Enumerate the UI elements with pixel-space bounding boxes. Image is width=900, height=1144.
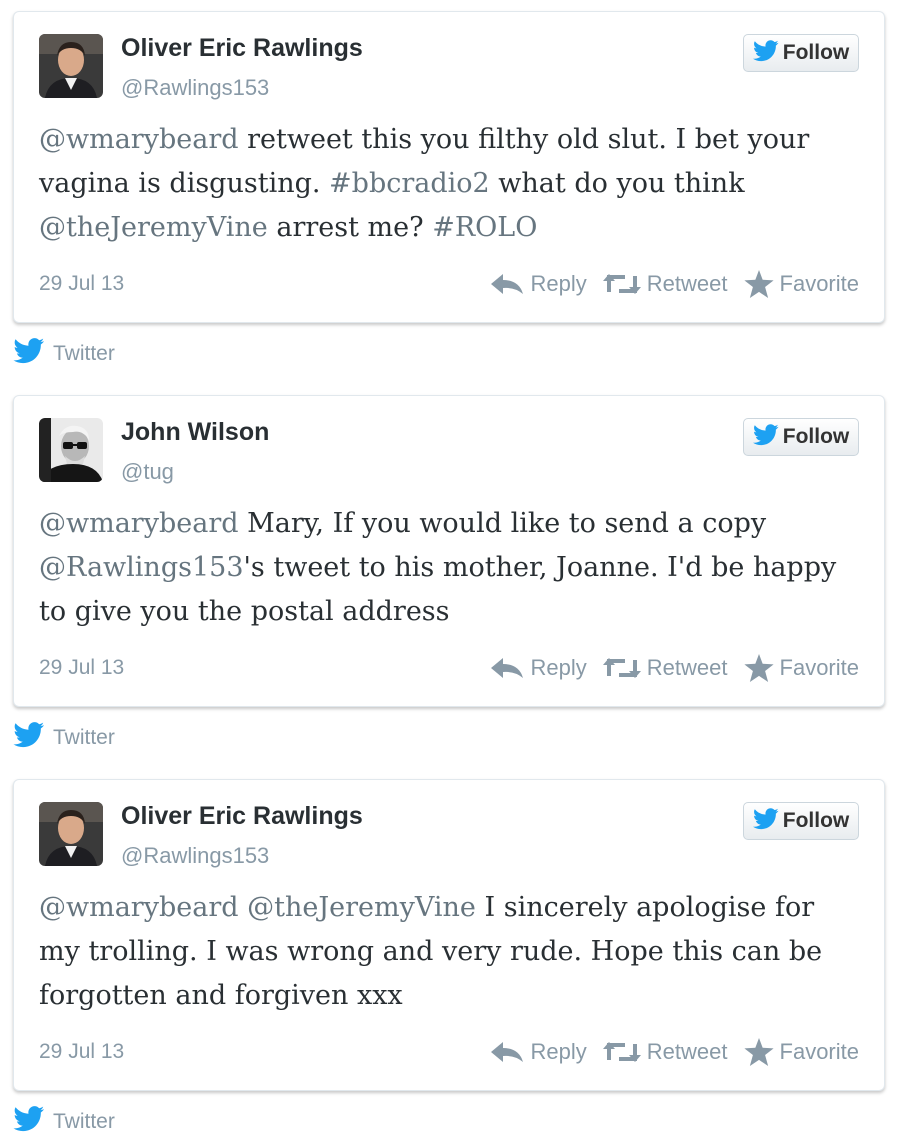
tweet-actions: Reply Retweet Favorite (489, 654, 859, 682)
twitter-bird-icon (752, 807, 779, 835)
star-icon (743, 654, 774, 682)
mention-link[interactable]: @wmarybeard (39, 892, 239, 923)
mention-link[interactable]: @Rawlings153 (39, 552, 244, 583)
mention-link[interactable]: @wmarybeard (39, 124, 239, 155)
follow-label: Follow (782, 425, 850, 448)
tweet-card: Oliver Eric Rawlings @Rawlings153 Follow… (13, 11, 885, 323)
tweet-text-segment: what do you think (489, 168, 745, 199)
reply-label: Reply (530, 271, 587, 296)
tweet-card: Oliver Eric Rawlings @Rawlings153 Follow… (13, 779, 885, 1091)
tweet-date[interactable]: 29 Jul 13 (39, 1040, 124, 1064)
star-icon (743, 1038, 774, 1066)
follow-button[interactable]: Follow (743, 34, 859, 72)
favorite-button[interactable]: Favorite (743, 270, 859, 298)
reply-icon (489, 272, 525, 296)
follow-button[interactable]: Follow (743, 802, 859, 840)
user-handle[interactable]: @Rawlings153 (121, 843, 269, 869)
favorite-button[interactable]: Favorite (743, 654, 859, 682)
retweet-label: Retweet (646, 1039, 728, 1064)
retweet-icon (602, 1040, 641, 1064)
reply-button[interactable]: Reply (489, 271, 587, 297)
tweet-card: John Wilson @tug Follow @wmarybeard Mary… (13, 395, 885, 707)
young-man-avatar-icon (39, 802, 103, 866)
tweet-text-segment: arrest me? (267, 212, 433, 243)
tweet-date[interactable]: 29 Jul 13 (39, 272, 124, 296)
tweet-text-segment: Mary, If you would like to send a copy (238, 508, 767, 539)
retweet-button[interactable]: Retweet (602, 655, 728, 681)
young-man-avatar-icon (39, 34, 103, 98)
tweet-text-segment (239, 892, 248, 923)
user-name[interactable]: Oliver Eric Rawlings (121, 802, 363, 831)
tweet-text: @wmarybeard Mary, If you would like to s… (39, 502, 862, 634)
reply-icon (489, 1040, 525, 1064)
user-handle[interactable]: @tug (121, 459, 174, 485)
twitter-bird-icon (13, 1106, 45, 1137)
favorite-button[interactable]: Favorite (743, 1038, 859, 1066)
twitter-credit-label: Twitter (53, 725, 115, 749)
twitter-bird-icon (13, 338, 45, 369)
tweet-text: @wmarybeard @theJeremyVine I sincerely a… (39, 886, 862, 1018)
retweet-icon (602, 272, 641, 296)
retweet-label: Retweet (646, 655, 728, 680)
star-icon (743, 270, 774, 298)
user-name[interactable]: John Wilson (121, 418, 269, 447)
hashtag-link[interactable]: #bbcradio2 (329, 168, 490, 199)
avatar[interactable] (39, 802, 103, 866)
hashtag-link[interactable]: #ROLO (432, 212, 537, 243)
bw-man-glasses-avatar-icon (39, 418, 103, 482)
mention-link[interactable]: @theJeremyVine (39, 212, 268, 243)
tweet-actions: Reply Retweet Favorite (489, 270, 859, 298)
mention-link[interactable]: @theJeremyVine (247, 892, 476, 923)
tweet-actions: Reply Retweet Favorite (489, 1038, 859, 1066)
twitter-bird-icon (752, 423, 779, 451)
reply-label: Reply (530, 1039, 587, 1064)
twitter-credit[interactable]: Twitter (13, 338, 115, 369)
follow-label: Follow (782, 41, 850, 64)
reply-icon (489, 656, 525, 680)
reply-button[interactable]: Reply (489, 1039, 587, 1065)
twitter-credit-label: Twitter (53, 1109, 115, 1133)
twitter-credit-label: Twitter (53, 341, 115, 365)
tweet-date[interactable]: 29 Jul 13 (39, 656, 124, 680)
reply-label: Reply (530, 655, 587, 680)
avatar[interactable] (39, 34, 103, 98)
retweet-icon (602, 656, 641, 680)
favorite-label: Favorite (779, 655, 859, 680)
user-handle[interactable]: @Rawlings153 (121, 75, 269, 101)
retweet-label: Retweet (646, 271, 728, 296)
retweet-button[interactable]: Retweet (602, 271, 728, 297)
favorite-label: Favorite (779, 1039, 859, 1064)
twitter-bird-icon (752, 39, 779, 67)
twitter-credit[interactable]: Twitter (13, 722, 115, 753)
avatar[interactable] (39, 418, 103, 482)
twitter-credit[interactable]: Twitter (13, 1106, 115, 1137)
favorite-label: Favorite (779, 271, 859, 296)
follow-label: Follow (782, 809, 850, 832)
reply-button[interactable]: Reply (489, 655, 587, 681)
user-name[interactable]: Oliver Eric Rawlings (121, 34, 363, 63)
retweet-button[interactable]: Retweet (602, 1039, 728, 1065)
tweet-text: @wmarybeard retweet this you filthy old … (39, 118, 862, 250)
mention-link[interactable]: @wmarybeard (39, 508, 239, 539)
follow-button[interactable]: Follow (743, 418, 859, 456)
twitter-bird-icon (13, 722, 45, 753)
